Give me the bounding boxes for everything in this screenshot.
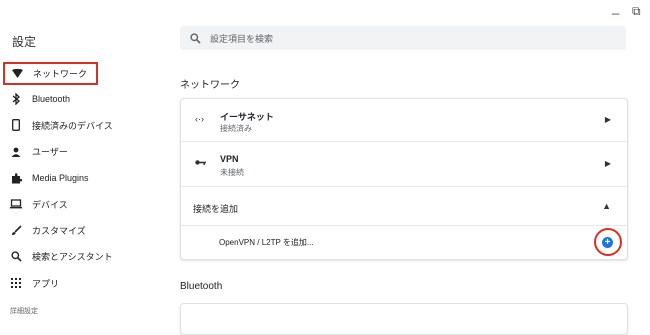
sidebar-item-label: Bluetooth bbox=[32, 94, 71, 105]
sidebar-item-label: デバイス bbox=[32, 199, 68, 210]
ethernet-icon: ‹·› bbox=[195, 114, 204, 124]
ethernet-title: イーサネット bbox=[220, 112, 274, 122]
add-openvpn-row: OpenVPN / L2TP を追加... + bbox=[181, 226, 627, 260]
network-card: ‹·› イーサネット 接続済み ▶ VPN 未接続 ▶ 接続を追加 ▲ Open… bbox=[180, 98, 628, 260]
laptop-icon bbox=[10, 198, 22, 210]
sidebar-item-label: 検索とアシスタント bbox=[32, 252, 113, 263]
apps-grid-icon bbox=[10, 277, 22, 289]
wifi-icon bbox=[11, 68, 23, 80]
sidebar-item-apps[interactable]: アプリ bbox=[0, 270, 170, 296]
sidebar-item-media-plugins[interactable]: Media Plugins bbox=[0, 165, 170, 191]
sidebar-item-bluetooth[interactable]: Bluetooth bbox=[0, 86, 170, 112]
sidebar-item-search-assistant[interactable]: 検索とアシスタント bbox=[0, 244, 170, 270]
sidebar-advanced[interactable]: 詳細設定 bbox=[10, 306, 38, 316]
phone-icon bbox=[10, 119, 22, 132]
bluetooth-icon bbox=[10, 93, 22, 106]
search-placeholder[interactable]: 設定項目を検索 bbox=[210, 32, 273, 45]
sidebar-item-devices[interactable]: デバイス bbox=[0, 191, 170, 217]
sidebar-item-personalization[interactable]: カスタマイズ bbox=[0, 217, 170, 243]
ethernet-status: 接続済み bbox=[220, 124, 252, 133]
sidebar-item-users[interactable]: ユーザー bbox=[0, 139, 170, 165]
add-connection-label: 接続を追加 bbox=[193, 204, 239, 214]
search-box[interactable]: 設定項目を検索 bbox=[180, 26, 626, 50]
vpn-title: VPN bbox=[220, 154, 239, 164]
chevron-up-icon[interactable]: ▲ bbox=[602, 201, 611, 211]
sidebar-item-label: Media Plugins bbox=[32, 173, 89, 184]
vpn-status: 未接続 bbox=[220, 168, 244, 177]
window-minimize-button[interactable]: _ bbox=[612, 0, 619, 15]
chevron-right-icon: ▶ bbox=[604, 159, 611, 168]
network-section-heading: ネットワーク bbox=[180, 80, 240, 91]
chevron-right-icon: ▶ bbox=[604, 115, 611, 124]
sidebar-item-network[interactable]: ネットワーク bbox=[3, 62, 98, 85]
search-icon bbox=[190, 32, 202, 44]
search-icon bbox=[10, 251, 22, 263]
window-restore-button[interactable]: ⧉ bbox=[632, 4, 641, 19]
vpn-key-icon bbox=[195, 158, 206, 168]
person-icon bbox=[10, 146, 22, 158]
bluetooth-section-heading: Bluetooth bbox=[180, 281, 223, 292]
bluetooth-card bbox=[180, 303, 628, 335]
vpn-row[interactable]: VPN 未接続 ▶ bbox=[181, 142, 627, 187]
sidebar: ネットワーク Bluetooth 接続済みのデバイス ユーザー Media Pl… bbox=[0, 60, 170, 296]
highlight-ring bbox=[594, 228, 622, 256]
add-connection-row[interactable]: 接続を追加 ▲ bbox=[181, 187, 627, 226]
ethernet-row[interactable]: ‹·› イーサネット 接続済み ▶ bbox=[181, 99, 627, 142]
sidebar-item-label: 接続済みのデバイス bbox=[32, 120, 113, 131]
puzzle-icon bbox=[10, 172, 22, 184]
brush-icon bbox=[10, 225, 22, 237]
app-title: 設定 bbox=[12, 35, 37, 49]
sidebar-item-label: ネットワーク bbox=[33, 69, 88, 79]
sidebar-item-label: カスタマイズ bbox=[32, 226, 86, 237]
add-openvpn-label: OpenVPN / L2TP を追加... bbox=[219, 238, 314, 247]
sidebar-item-label: アプリ bbox=[32, 278, 60, 289]
sidebar-item-label: ユーザー bbox=[32, 147, 68, 158]
sidebar-item-connected-devices[interactable]: 接続済みのデバイス bbox=[0, 112, 170, 138]
